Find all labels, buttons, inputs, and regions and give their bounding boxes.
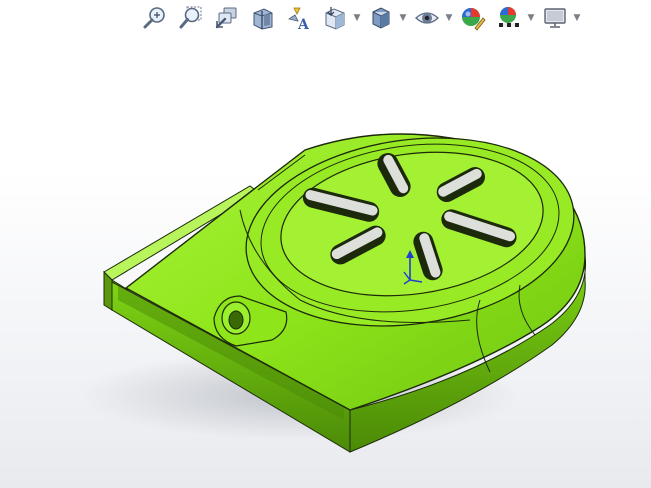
graphics-area[interactable]: A ▼ ▼ ▼ ▼ ▼ [0, 0, 651, 488]
part-model[interactable] [0, 0, 651, 488]
